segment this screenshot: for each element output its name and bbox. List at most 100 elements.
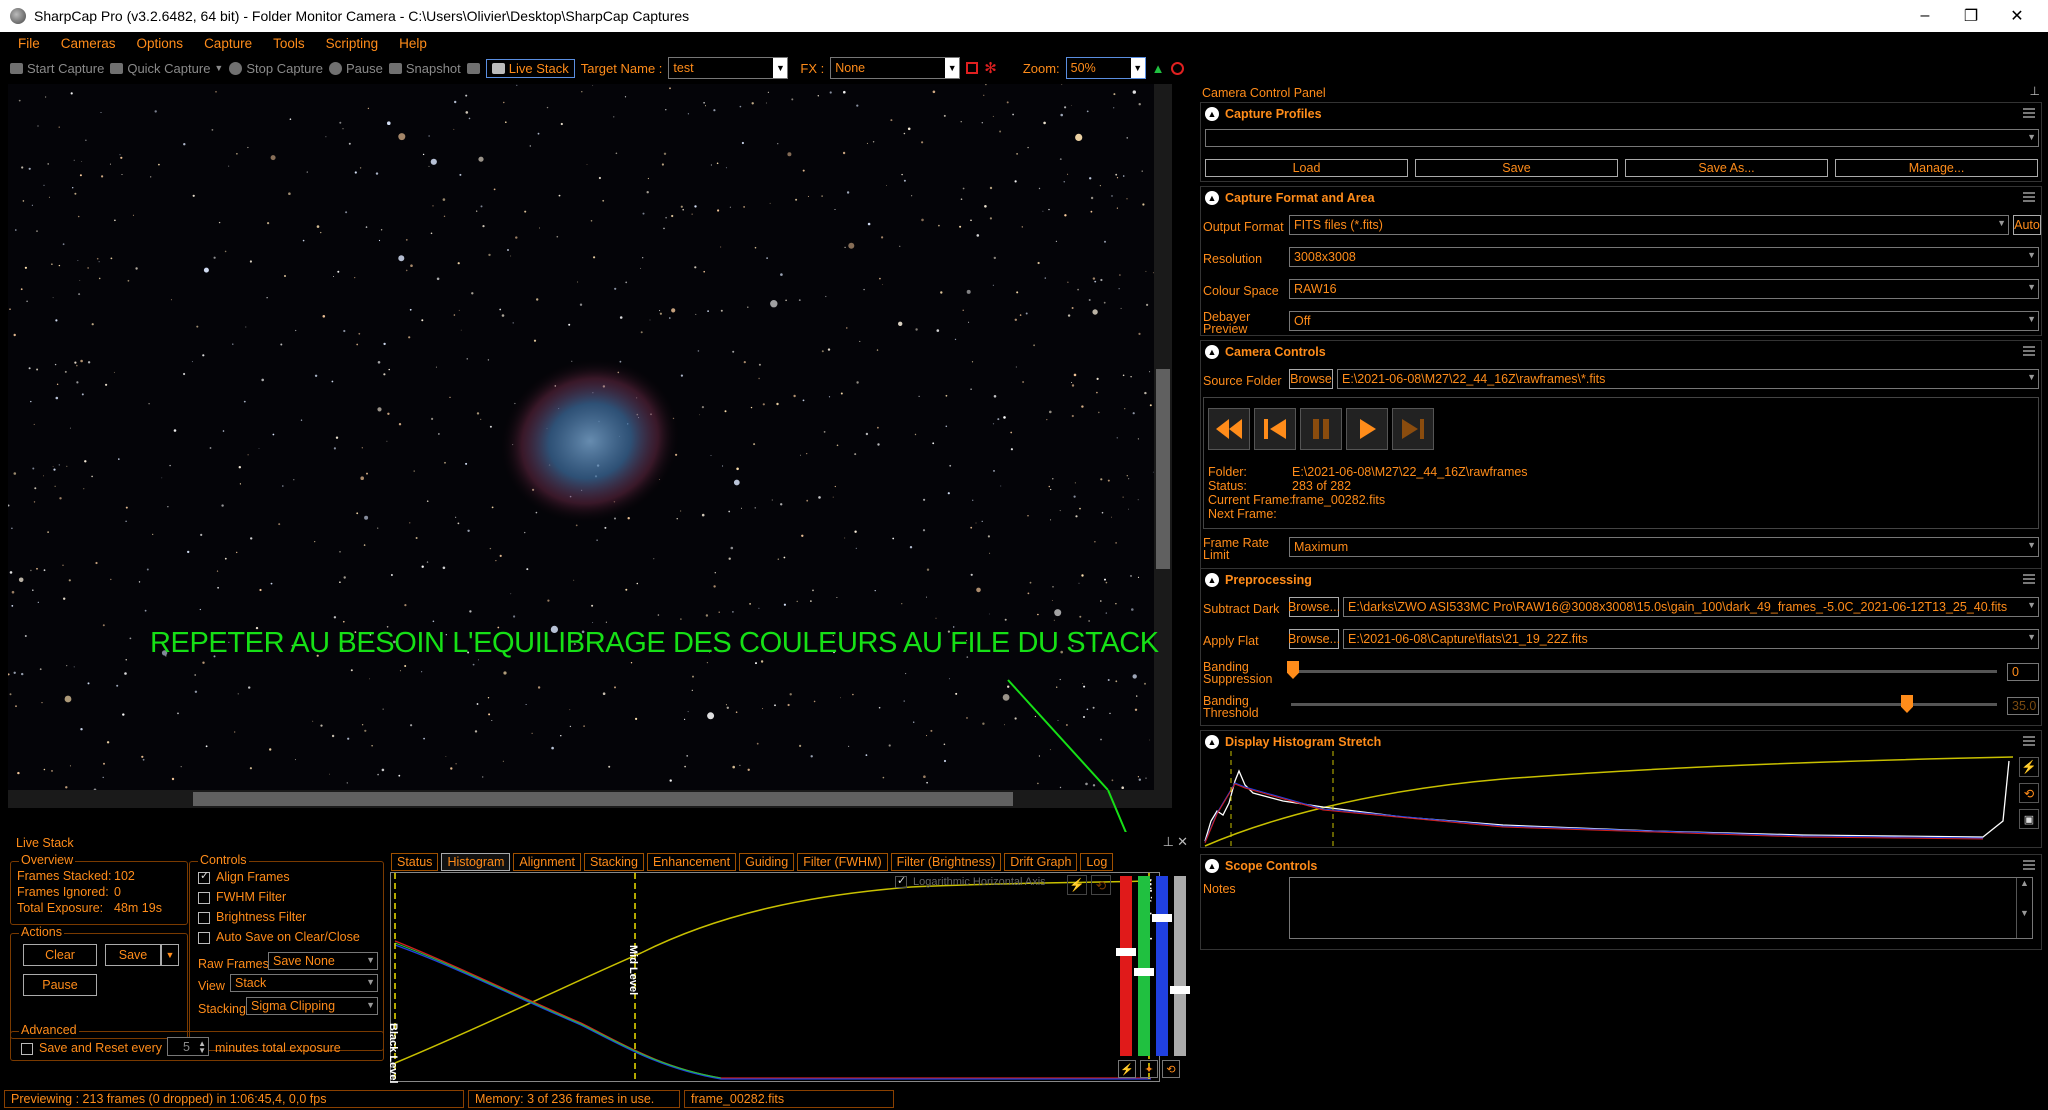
tab-alignment[interactable]: Alignment [513, 853, 581, 871]
auto-balance-icon[interactable]: ⚡ [1118, 1060, 1136, 1078]
section-menu-icon[interactable] [2023, 574, 2035, 584]
display-histogram-plot[interactable] [1203, 751, 2015, 847]
pause-playback-button[interactable] [1300, 408, 1342, 450]
brightness-filter-checkbox[interactable]: Brightness Filter [198, 911, 306, 924]
menu-capture[interactable]: Capture [204, 36, 252, 51]
horizontal-scroll-thumb[interactable] [193, 792, 1013, 806]
banding-threshold-thumb[interactable] [1901, 695, 1913, 713]
snapshot-button[interactable]: Snapshot [388, 61, 461, 76]
load-profile-button[interactable]: Load [1205, 159, 1408, 177]
tab-filter-brightness[interactable]: Filter (Brightness) [890, 853, 1002, 871]
banding-suppression-slider[interactable] [1291, 670, 1997, 673]
menu-options[interactable]: Options [137, 36, 184, 51]
capture-profiles-header[interactable]: ▲ Capture Profiles [1201, 103, 2041, 125]
save-options-dropdown[interactable]: ▼ [161, 944, 179, 966]
scope-controls-header[interactable]: ▲ Scope Controls [1201, 855, 2041, 877]
section-menu-icon[interactable] [2023, 192, 2035, 202]
save-reset-checkbox[interactable]: Save and Reset every [21, 1042, 162, 1055]
menu-cameras[interactable]: Cameras [61, 36, 116, 51]
fx-select[interactable]: None ▼ [830, 57, 961, 79]
start-capture-button[interactable]: Start Capture [10, 61, 104, 76]
collapse-icon[interactable]: ▲ [1205, 345, 1219, 359]
tab-guiding[interactable]: Guiding [739, 853, 795, 871]
pause-stack-button[interactable]: Pause [23, 974, 97, 996]
subtract-dark-select[interactable]: E:\darks\ZWO ASI533MC Pro\RAW16@3008x300… [1343, 597, 2039, 617]
menu-scripting[interactable]: Scripting [326, 36, 379, 51]
maximize-button[interactable]: ❐ [1948, 0, 1994, 32]
banding-suppression-value[interactable]: 0 [2007, 663, 2039, 681]
image-preview[interactable] [8, 84, 1172, 808]
vertical-scroll-thumb[interactable] [1156, 369, 1170, 569]
align-frames-checkbox[interactable]: Align Frames [198, 870, 290, 884]
section-menu-icon[interactable] [2023, 346, 2035, 356]
tab-filter-fwhm[interactable]: Filter (FWHM) [797, 853, 888, 871]
chevron-down-icon[interactable]: ▼ [1130, 58, 1145, 78]
pin-icon[interactable]: ⊥ [2030, 84, 2040, 98]
reset-balance-icon[interactable]: ⟲ [1162, 1060, 1180, 1078]
manage-profiles-button[interactable]: Manage... [1835, 159, 2038, 177]
chevron-down-icon[interactable]: ▼ [945, 58, 960, 78]
histogram-icon[interactable]: ▲ [1152, 61, 1165, 76]
reticle-icon[interactable] [1170, 61, 1184, 75]
source-folder-select[interactable]: E:\2021-06-08\M27\22_44_16Z\rawframes\*.… [1337, 369, 2039, 389]
chevron-down-icon[interactable]: ▼ [214, 63, 223, 73]
lum-slider-thumb[interactable] [1170, 986, 1190, 994]
browse-dark-button[interactable]: Browse... [1288, 597, 1340, 617]
tab-drift-graph[interactable]: Drift Graph [1004, 853, 1078, 871]
tab-histogram[interactable]: Histogram [441, 853, 511, 871]
collapse-icon[interactable]: ▲ [1205, 859, 1219, 873]
tab-enhancement[interactable]: Enhancement [646, 853, 737, 871]
browse-source-button[interactable]: Browse [1289, 369, 1333, 389]
raw-frames-select[interactable]: Save None ▼ [268, 952, 378, 970]
tab-status[interactable]: Status [391, 853, 439, 871]
red-slider-thumb[interactable] [1116, 948, 1136, 956]
green-slider-thumb[interactable] [1134, 968, 1154, 976]
menu-file[interactable]: File [18, 36, 40, 51]
step-forward-button[interactable] [1392, 408, 1434, 450]
blue-slider-track[interactable] [1156, 876, 1168, 1056]
fwhm-filter-checkbox[interactable]: FWHM Filter [198, 891, 286, 904]
chevron-down-icon[interactable]: ▼ [773, 58, 788, 78]
section-menu-icon[interactable] [2023, 736, 2035, 746]
quick-capture-button[interactable]: Quick Capture ▼ [110, 61, 223, 76]
auto-save-checkbox[interactable]: Auto Save on Clear/Close [198, 931, 360, 944]
clear-button[interactable]: Clear [23, 944, 97, 966]
target-name-input[interactable]: test ▼ [668, 57, 789, 79]
capture-profile-select[interactable]: ▼ [1205, 129, 2039, 147]
capture-format-header[interactable]: ▲ Capture Format and Area [1201, 187, 2041, 209]
save-as-profile-button[interactable]: Save As... [1625, 159, 1828, 177]
pin-icon[interactable]: ⊥ [1163, 834, 1174, 850]
checkbox-icon[interactable] [198, 911, 210, 924]
layers-icon[interactable] [466, 62, 480, 74]
reset-stretch-icon[interactable]: ⟲ [2019, 783, 2039, 803]
minimize-button[interactable]: – [1902, 0, 1948, 32]
output-format-select[interactable]: FITS files (*.fits) ▼ [1289, 215, 2009, 235]
colour-space-select[interactable]: RAW16 ▼ [1289, 279, 2039, 299]
notes-scrollbar[interactable]: ▲ ▼ [2016, 878, 2032, 938]
log-axis-checkbox[interactable]: Logarithmic Horizontal Axis [895, 874, 1046, 889]
banding-threshold-value[interactable]: 35.0 [2007, 697, 2039, 715]
reset-icon[interactable]: ⟲ [1091, 875, 1111, 895]
resolution-select[interactable]: 3008x3008 ▼ [1289, 247, 2039, 267]
collapse-icon[interactable]: ▲ [1205, 573, 1219, 587]
stacking-select[interactable]: Sigma Clipping ▼ [246, 997, 378, 1015]
notes-textarea[interactable]: ▲ ▼ [1289, 877, 2033, 939]
save-stretch-icon[interactable]: ▣ [2019, 809, 2039, 829]
rgb-balance-sliders[interactable]: ⚡ ✦ ⟲ [1116, 876, 1190, 1082]
red-slider-track[interactable] [1120, 876, 1132, 1056]
selection-rect-icon[interactable] [966, 62, 979, 74]
checkbox-checked-icon[interactable] [198, 870, 210, 884]
section-menu-icon[interactable] [2023, 108, 2035, 118]
star-balance-icon[interactable]: ✦ [1140, 1060, 1158, 1078]
debayer-preview-select[interactable]: Off ▼ [1289, 311, 2039, 331]
view-select[interactable]: Stack ▼ [230, 974, 378, 992]
play-button[interactable] [1346, 408, 1388, 450]
collapse-icon[interactable]: ▲ [1205, 107, 1219, 121]
save-button[interactable]: Save [105, 944, 161, 966]
menu-tools[interactable]: Tools [273, 36, 305, 51]
zoom-select[interactable]: 50% ▼ [1065, 57, 1146, 79]
stepper-arrows-icon[interactable]: ▲ ▼ [198, 1040, 206, 1055]
vertical-scrollbar[interactable] [1154, 84, 1172, 808]
save-reset-stepper[interactable]: 5 ▲ ▼ [167, 1037, 209, 1056]
horizontal-scrollbar[interactable] [8, 790, 1172, 808]
